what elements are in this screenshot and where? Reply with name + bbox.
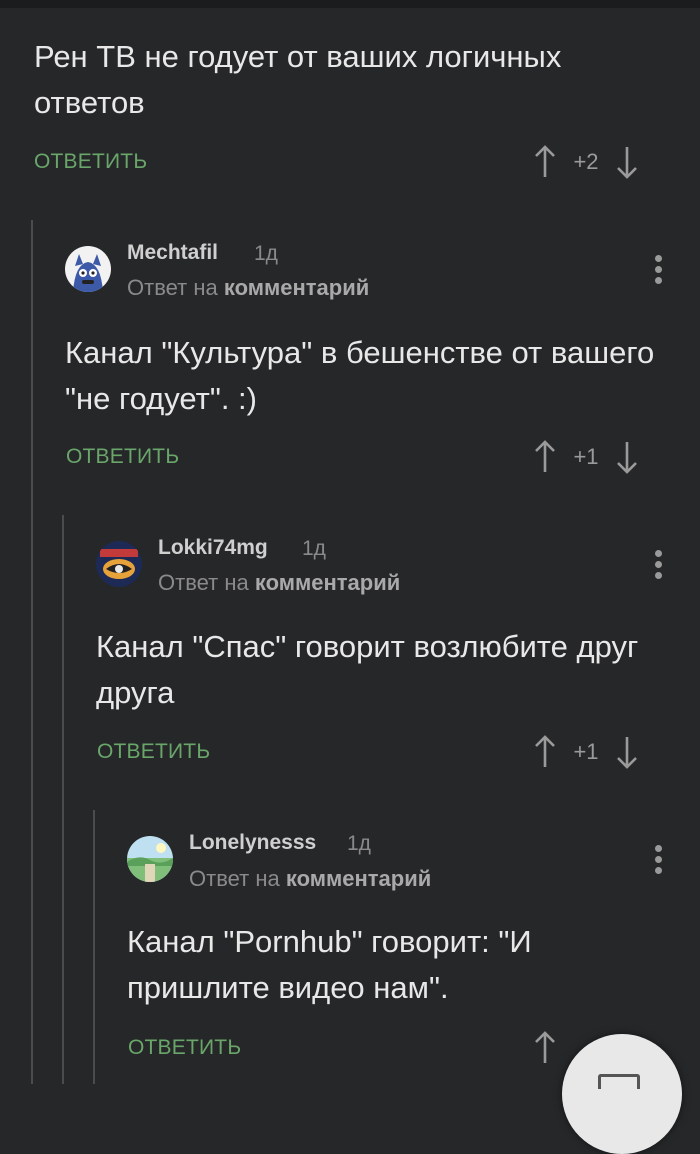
- arrow-down-icon[interactable]: [616, 735, 638, 769]
- avatar-image: [65, 246, 111, 292]
- reply-button[interactable]: ОТВЕТИТЬ: [97, 740, 210, 764]
- top-bar: [0, 0, 700, 8]
- arrow-up-icon[interactable]: [534, 440, 556, 474]
- comment-text: Канал "Культура" в бешенстве от вашего "…: [65, 335, 655, 416]
- reply-button[interactable]: ОТВЕТИТЬ: [66, 445, 179, 469]
- reply-to-link[interactable]: комментарий: [255, 570, 400, 595]
- arrow-down-icon[interactable]: [616, 145, 638, 179]
- comment-icon: [598, 1074, 640, 1089]
- avatar-image: [127, 836, 173, 882]
- username[interactable]: Mechtafil: [127, 241, 218, 265]
- reply-button[interactable]: ОТВЕТИТЬ: [128, 1036, 241, 1060]
- reply-to-line: Ответ на комментарий: [158, 570, 400, 596]
- comment-text: Канал "Спас" говорит возлюбите друг друг…: [96, 629, 639, 710]
- vote-controls: +1: [534, 732, 638, 772]
- thread-line-2: [62, 515, 64, 1084]
- arrow-up-icon[interactable]: [534, 1031, 556, 1065]
- comment-actions: ОТВЕТИТЬ +2: [34, 142, 674, 182]
- avatar[interactable]: [127, 836, 173, 882]
- timestamp: 1д: [347, 832, 371, 855]
- reply-to-prefix: Ответ на: [189, 866, 280, 891]
- comment-actions: ОТВЕТИТЬ +1: [66, 437, 674, 477]
- arrow-up-icon[interactable]: [534, 145, 556, 179]
- reply-to-prefix: Ответ на: [127, 275, 218, 300]
- more-vertical-icon[interactable]: [653, 843, 663, 877]
- vote-controls: [534, 1028, 556, 1068]
- reply-to-link[interactable]: комментарий: [224, 275, 369, 300]
- username[interactable]: Lokki74mg: [158, 536, 268, 560]
- comment-text: Канал "Pornhub" говорит: "И пришлите вид…: [127, 924, 532, 1005]
- avatar[interactable]: [65, 246, 111, 292]
- vote-score: +1: [573, 444, 599, 469]
- reply-to-line: Ответ на комментарий: [127, 275, 369, 301]
- arrow-down-icon[interactable]: [616, 440, 638, 474]
- thread-line-1: [31, 220, 33, 1084]
- reply-to-line: Ответ на комментарий: [189, 866, 431, 892]
- reply-to-link[interactable]: комментарий: [286, 866, 431, 891]
- avatar-image: [96, 541, 142, 587]
- vote-score: +1: [573, 739, 599, 764]
- comment-actions: ОТВЕТИТЬ +1: [97, 732, 674, 772]
- more-vertical-icon[interactable]: [653, 548, 663, 582]
- vote-controls: +1: [534, 437, 638, 477]
- timestamp: 1д: [302, 537, 326, 560]
- vote-score: +2: [573, 149, 599, 174]
- thread-line-3: [93, 810, 95, 1084]
- more-vertical-icon[interactable]: [653, 253, 663, 287]
- arrow-up-icon[interactable]: [534, 735, 556, 769]
- avatar[interactable]: [96, 541, 142, 587]
- reply-button[interactable]: ОТВЕТИТЬ: [34, 150, 147, 174]
- timestamp: 1д: [254, 242, 278, 265]
- vote-controls: +2: [534, 142, 638, 182]
- username[interactable]: Lonelynesss: [189, 831, 316, 855]
- reply-to-prefix: Ответ на: [158, 570, 249, 595]
- comment-text: Рен ТВ не годует от ваших логичных ответ…: [34, 39, 562, 120]
- comment-fab-button[interactable]: [562, 1034, 682, 1154]
